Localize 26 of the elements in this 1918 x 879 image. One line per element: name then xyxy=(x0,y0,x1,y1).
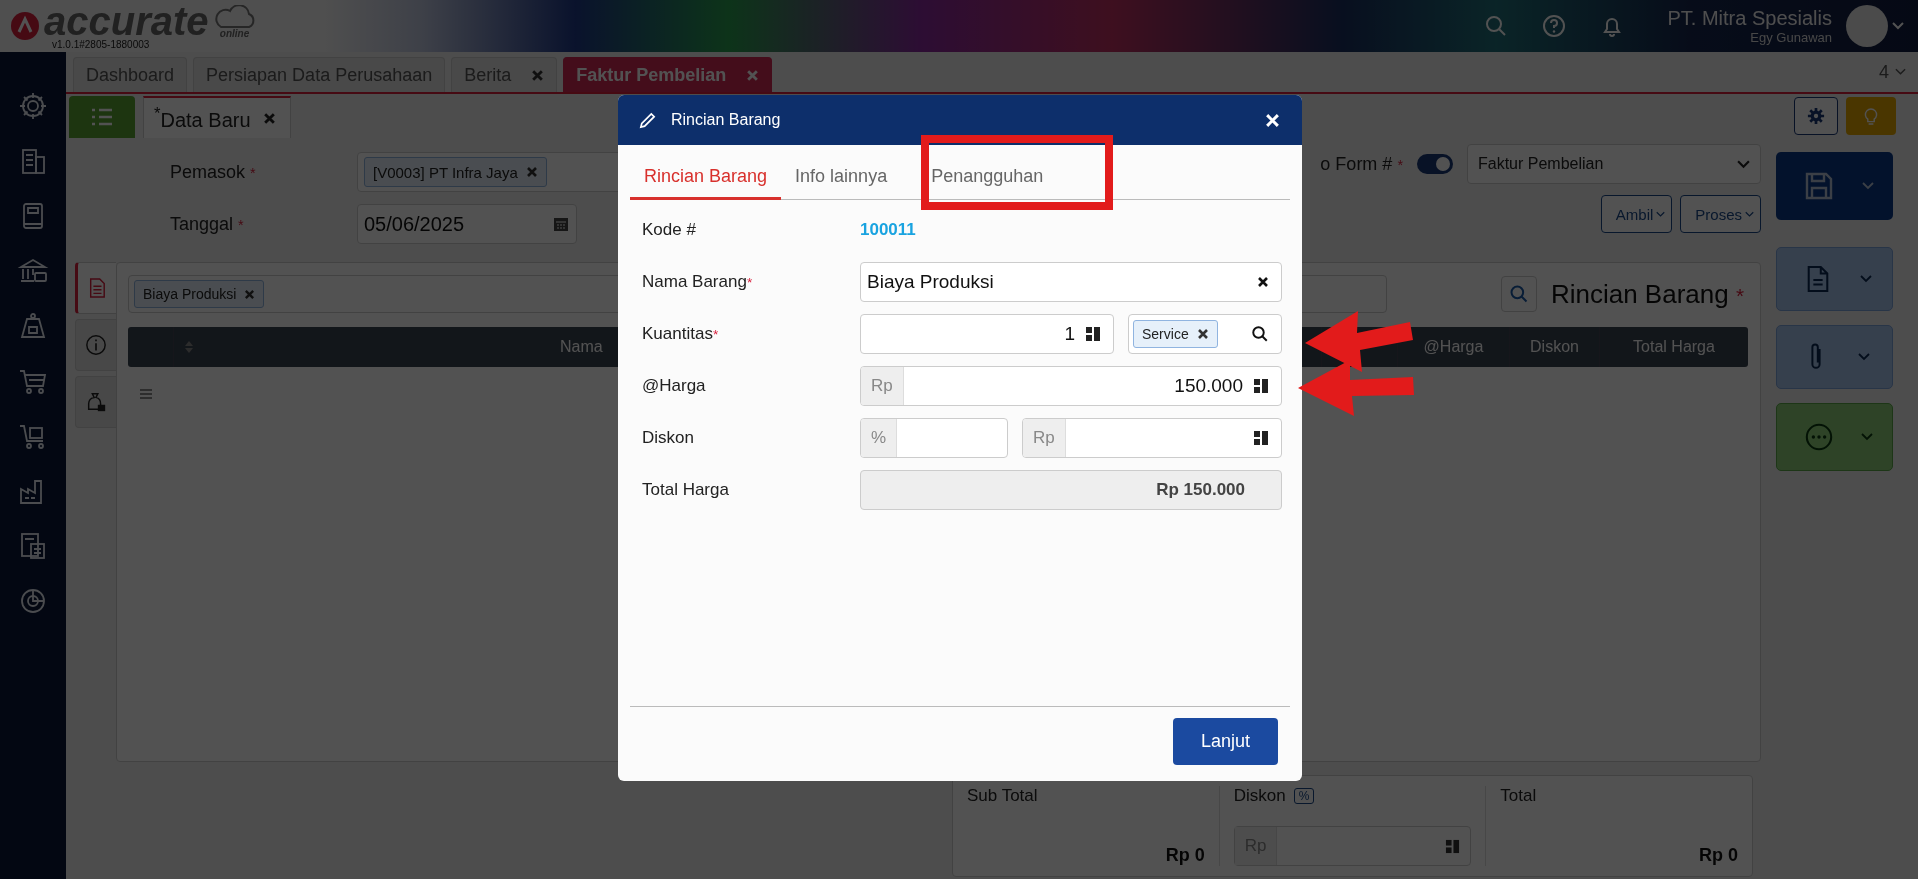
field-label: o Form # * xyxy=(1320,153,1403,175)
panel-title: Rincian Barang * xyxy=(1550,278,1744,310)
field-label: Diskon xyxy=(642,428,695,448)
column-header: Diskon xyxy=(1510,327,1600,367)
item-code: 100011 xyxy=(860,220,916,240)
field-label: Total Harga xyxy=(642,480,730,500)
subtotal-label: Sub Total xyxy=(967,786,1039,806)
subtotal-value: Rp 0 xyxy=(1165,845,1205,866)
column-header: Total Harga xyxy=(1632,337,1716,357)
user-name: Egy Gunawan xyxy=(1750,30,1832,45)
field-label: Tanggal * xyxy=(170,213,245,235)
item-tag: Biaya Produksi xyxy=(134,280,265,308)
field-label: @Harga xyxy=(642,376,707,396)
field-label: Pemasok * xyxy=(170,161,257,183)
unit-tag: Service xyxy=(1133,320,1218,348)
company-name: PT. Mitra Spesialis xyxy=(1667,7,1832,30)
field-label: Nama Barang* xyxy=(642,272,754,292)
dialog-title: Rincian Barang xyxy=(671,111,781,129)
supplier-tag: [V0003] PT Infra Jaya xyxy=(364,157,547,187)
discount-label: Diskon xyxy=(1233,786,1286,806)
total-label: Total xyxy=(1500,786,1538,806)
version-text: v1.0.1#2805-1880003 xyxy=(52,38,151,50)
total-price-field: Rp 150.000 xyxy=(860,470,1282,510)
field-label: Kuantitas* xyxy=(642,324,720,344)
field-label: Kode # xyxy=(642,220,697,240)
total-value: Rp 0 xyxy=(1699,845,1738,866)
